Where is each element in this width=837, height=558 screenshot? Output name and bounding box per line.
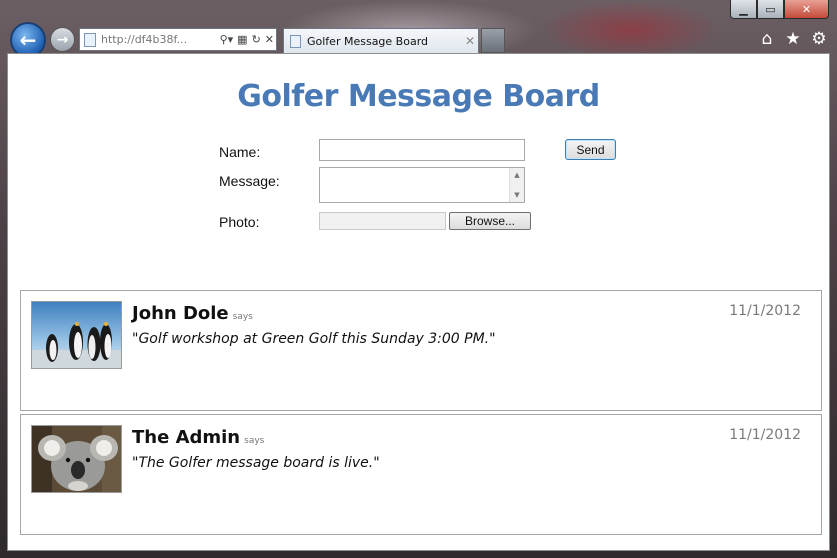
page-icon [290, 34, 301, 48]
name-label: Name: [219, 144, 261, 160]
forward-button[interactable]: → [50, 27, 75, 52]
refresh-icon[interactable]: ↻ [252, 33, 261, 46]
minimize-icon[interactable]: ▁ [730, 0, 757, 19]
home-icon[interactable]: ⌂ [757, 29, 777, 49]
post-author: The Admin says [132, 427, 264, 448]
address-bar[interactable]: http://df4b38f... ⚲▾ ▦ ↻ ✕ [79, 28, 277, 51]
message-post: John Dole says 11/1/2012 "Golf workshop a… [20, 290, 822, 411]
says-label: says [244, 436, 265, 446]
koala-photo [31, 425, 122, 493]
post-date: 11/1/2012 [729, 427, 801, 443]
tab-golfer-message-board[interactable]: Golfer Message Board ✕ [283, 28, 479, 53]
koala-image [32, 426, 121, 492]
browse-button[interactable]: Browse... [449, 212, 531, 230]
penguins-photo [31, 301, 122, 369]
address-url[interactable]: http://df4b38f... [101, 33, 218, 46]
send-button[interactable]: Send [565, 139, 616, 160]
post-author: John Dole says [132, 303, 253, 324]
penguins-image [32, 302, 121, 368]
close-icon[interactable]: ✕ [784, 0, 829, 19]
page-title: Golfer Message Board [237, 79, 600, 114]
window-controls: ▁ ▭ ✕ [730, 0, 829, 19]
tab-title: Golfer Message Board [307, 34, 429, 48]
scroll-up-icon[interactable]: ▲ [514, 171, 519, 179]
message-label: Message: [219, 173, 280, 189]
page-content: Golfer Message Board Name: Send Message:… [7, 53, 830, 551]
photo-file-field[interactable] [319, 212, 446, 230]
message-post: The Admin says 11/1/2012 "The Golfer mess… [20, 414, 822, 535]
tab-close-icon[interactable]: ✕ [462, 34, 478, 48]
author-name: John Dole [132, 303, 229, 324]
gear-icon[interactable]: ⚙ [809, 29, 829, 49]
arrow-right-icon: → [56, 31, 69, 48]
new-tab-button[interactable] [481, 28, 505, 53]
name-input[interactable] [319, 139, 525, 161]
author-name: The Admin [132, 427, 241, 448]
search-icon[interactable]: ⚲▾ [220, 33, 234, 46]
photo-label: Photo: [219, 214, 260, 230]
stop-icon[interactable]: ✕ [265, 33, 274, 46]
post-message: "The Golfer message board is live." [132, 455, 380, 471]
post-date: 11/1/2012 [729, 303, 801, 319]
page-icon [84, 32, 96, 47]
scrollbar[interactable]: ▲ ▼ [509, 168, 524, 202]
toolbar-icons: ⌂ ★ ⚙ [757, 29, 829, 49]
message-textarea[interactable]: ▲ ▼ [319, 167, 525, 203]
maximize-icon[interactable]: ▭ [757, 0, 784, 19]
says-label: says [232, 312, 253, 322]
post-message: "Golf workshop at Green Golf this Sunday… [132, 331, 496, 347]
star-icon[interactable]: ★ [783, 29, 803, 49]
scroll-down-icon[interactable]: ▼ [514, 191, 519, 199]
compatibility-icon[interactable]: ▦ [237, 33, 247, 46]
arrow-left-icon: ← [19, 28, 37, 52]
